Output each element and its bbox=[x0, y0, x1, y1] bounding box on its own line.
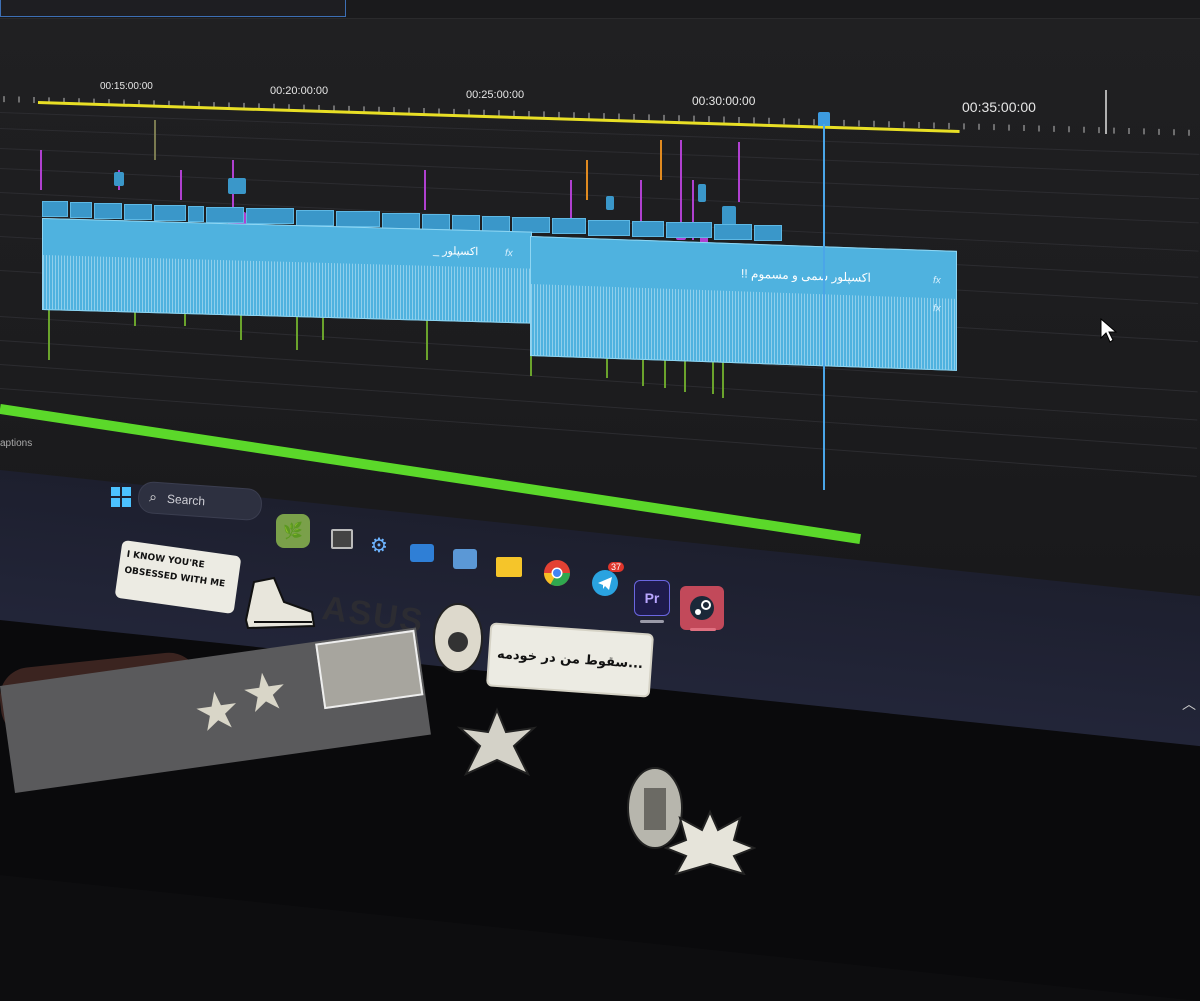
fx-badge: fx bbox=[505, 247, 513, 260]
video-clip[interactable] bbox=[188, 206, 204, 223]
active-panel-frame[interactable] bbox=[0, 0, 346, 17]
windows-start-icon[interactable] bbox=[104, 480, 138, 514]
photos-icon[interactable] bbox=[405, 536, 439, 570]
search-highlight-icon[interactable]: 🌿 bbox=[276, 514, 310, 548]
clip-block[interactable] bbox=[606, 196, 614, 210]
video-clip[interactable] bbox=[552, 218, 586, 235]
burst-sticker-icon bbox=[663, 808, 757, 876]
clip-block[interactable] bbox=[114, 172, 124, 186]
audio-waveform bbox=[531, 284, 956, 370]
premiere-label: Pr bbox=[644, 590, 660, 606]
telegram-icon[interactable]: 37 bbox=[588, 562, 625, 600]
playhead-line[interactable] bbox=[823, 124, 825, 490]
notification-badge: 37 bbox=[608, 562, 625, 572]
search-placeholder: Search bbox=[166, 491, 206, 509]
video-clip[interactable] bbox=[206, 206, 244, 223]
tray-chevron-icon[interactable]: ︿ bbox=[1182, 694, 1196, 714]
video-clip[interactable] bbox=[94, 203, 122, 220]
clip-marker[interactable] bbox=[660, 140, 662, 180]
premiere-pro-icon[interactable]: Pr bbox=[634, 580, 670, 616]
video-clip[interactable] bbox=[588, 219, 630, 236]
display-settings-icon[interactable] bbox=[448, 542, 482, 576]
settings-gear-icon[interactable]: ⚙ bbox=[362, 528, 396, 562]
photo-sticker bbox=[315, 629, 424, 710]
video-clip[interactable] bbox=[422, 214, 450, 231]
clip-marker[interactable] bbox=[180, 170, 182, 200]
video-clip[interactable] bbox=[124, 204, 152, 221]
captions-track-label: aptions bbox=[0, 438, 33, 449]
clip-marker[interactable] bbox=[570, 180, 572, 220]
clip-marker[interactable] bbox=[680, 140, 682, 230]
video-clip[interactable] bbox=[246, 208, 294, 225]
task-view-icon[interactable] bbox=[325, 522, 359, 556]
video-clip[interactable] bbox=[666, 222, 712, 239]
sneaker-sticker-icon bbox=[240, 566, 318, 632]
audio-clip[interactable]: !! اکسپلور سمی و مسموم fx fx bbox=[530, 236, 957, 371]
steam-icon[interactable] bbox=[680, 586, 724, 630]
video-clip[interactable] bbox=[754, 225, 782, 242]
mouse-cursor-icon bbox=[1100, 318, 1118, 343]
clip-block[interactable] bbox=[228, 178, 246, 194]
hamsa-sticker-icon bbox=[432, 600, 484, 674]
video-clip[interactable] bbox=[336, 211, 380, 228]
video-clip[interactable] bbox=[42, 201, 68, 218]
clip-block[interactable] bbox=[698, 184, 706, 202]
star-icon: ★ bbox=[237, 661, 293, 726]
video-clip[interactable] bbox=[714, 223, 752, 240]
active-app-indicator bbox=[690, 628, 716, 631]
chrome-icon[interactable] bbox=[540, 556, 574, 590]
active-app-indicator bbox=[640, 620, 664, 623]
video-clip[interactable] bbox=[382, 212, 420, 229]
clip-marker[interactable] bbox=[424, 170, 426, 210]
audio-waveform bbox=[43, 255, 531, 323]
clip-marker[interactable] bbox=[154, 120, 156, 160]
fx-badge: fx bbox=[933, 303, 941, 315]
video-clip[interactable] bbox=[632, 221, 664, 238]
video-clip[interactable] bbox=[70, 202, 92, 219]
file-explorer-icon[interactable] bbox=[492, 550, 526, 584]
clip-marker[interactable] bbox=[738, 142, 740, 202]
star-icon: ★ bbox=[189, 680, 245, 745]
flower-sticker-icon bbox=[452, 702, 542, 782]
fx-badge: fx bbox=[933, 275, 941, 287]
sticker-text: I KNOW YOU'RE OBSESSED WITH ME bbox=[123, 549, 226, 590]
clip-title: !! اکسپلور سمی و مسموم bbox=[741, 266, 871, 285]
clip-marker[interactable] bbox=[40, 150, 42, 190]
sticker-text: سقوط من در خودمه... bbox=[496, 646, 644, 673]
persian-text-sticker: سقوط من در خودمه... bbox=[485, 622, 655, 698]
audio-clip[interactable]: _ اکسپلور fx bbox=[42, 218, 532, 324]
search-icon: ⌕ bbox=[148, 488, 158, 505]
clip-marker[interactable] bbox=[586, 160, 588, 200]
clip-title: _ اکسپلور bbox=[433, 244, 479, 259]
video-clip[interactable] bbox=[296, 209, 334, 226]
video-clip[interactable] bbox=[154, 205, 186, 222]
